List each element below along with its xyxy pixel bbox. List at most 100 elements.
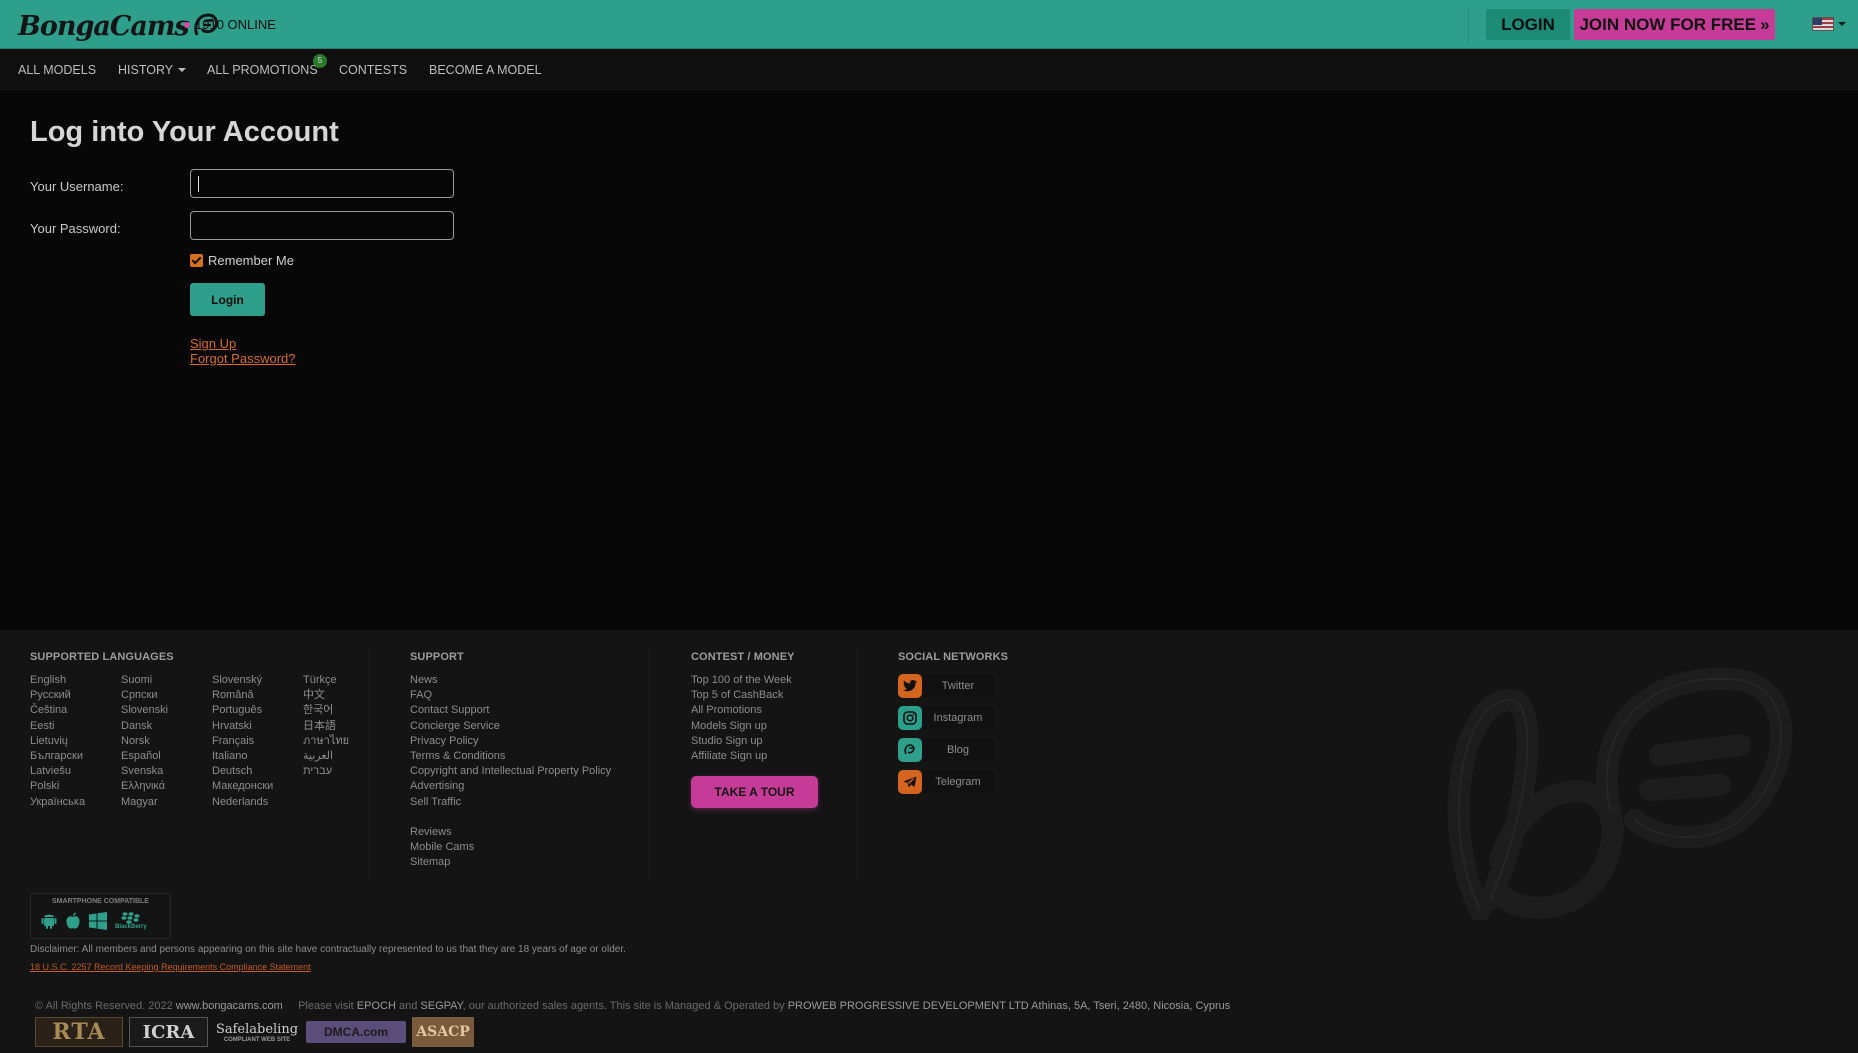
support-link-advertising[interactable]: Advertising [410, 779, 611, 794]
language-link[interactable]: Hrvatski [212, 719, 273, 734]
dmca-badge[interactable]: DMCA.com [306, 1021, 406, 1043]
header-divider [1468, 6, 1469, 44]
language-link[interactable]: Lietuvių [30, 734, 85, 749]
username-input[interactable] [190, 169, 454, 198]
contest-link-studio-signup[interactable]: Studio Sign up [691, 734, 792, 749]
language-link[interactable]: Ελληνικά [121, 779, 168, 794]
language-link[interactable]: Latviešu [30, 764, 85, 779]
language-link[interactable]: Dansk [121, 719, 168, 734]
language-link[interactable]: Српски [121, 688, 168, 703]
language-link[interactable]: Română [212, 688, 273, 703]
safelabeling-badge[interactable]: Safelabeling COMPLIANT WEB SITE [214, 1017, 300, 1047]
nav-become-model[interactable]: BECOME A MODEL [429, 63, 542, 77]
language-link[interactable]: Suomi [121, 673, 168, 688]
join-now-button[interactable]: JOIN NOW FOR FREE » [1574, 9, 1775, 40]
header-login-button[interactable]: LOGIN [1486, 9, 1570, 40]
languages-title: SUPPORTED LANGUAGES [30, 651, 174, 663]
contest-link-top100[interactable]: Top 100 of the Week [691, 673, 792, 688]
support-link-news[interactable]: News [410, 673, 611, 688]
language-link[interactable]: Čeština [30, 703, 85, 718]
language-link[interactable]: 中文 [303, 688, 349, 703]
password-label: Your Password: [30, 221, 121, 236]
epoch-link[interactable]: EPOCH [357, 1000, 396, 1012]
login-submit-button[interactable]: Login [190, 283, 265, 316]
language-link[interactable]: Português [212, 703, 273, 718]
icra-badge[interactable]: ICRA [129, 1017, 208, 1047]
contest-link-promotions[interactable]: All Promotions [691, 703, 792, 718]
languages-col-4: Türkçe 中文 한국어 日本語 ภาษาไทย العربية עברית [303, 673, 349, 779]
support-link-sitemap[interactable]: Sitemap [410, 855, 474, 870]
remember-checkbox[interactable] [190, 254, 203, 267]
social-instagram[interactable]: Instagram [898, 706, 994, 730]
asacp-badge[interactable]: ASACP [412, 1017, 474, 1047]
language-link[interactable]: 日本語 [303, 719, 349, 734]
double-chevron-right-icon: » [1760, 14, 1770, 34]
nav-contests[interactable]: CONTESTS [339, 63, 407, 77]
nav-all-models[interactable]: ALL MODELS [18, 63, 96, 77]
age-disclaimer: Disclaimer: All members and persons appe… [30, 944, 626, 955]
blackberry-label: BlackBerry [115, 924, 147, 930]
language-link[interactable]: 한국어 [303, 703, 349, 718]
language-link[interactable]: Български [30, 749, 85, 764]
social-blog[interactable]: Blog [898, 738, 994, 762]
compliance-link[interactable]: 18 U.S.C. 2257 Record Keeping Requiremen… [30, 962, 311, 972]
support-link-concierge[interactable]: Concierge Service [410, 719, 611, 734]
contest-links: Top 100 of the Week Top 5 of CashBack Al… [691, 673, 792, 764]
language-link[interactable]: Español [121, 749, 168, 764]
nav-label: HISTORY [118, 63, 174, 77]
language-link[interactable]: Українська [30, 795, 85, 810]
site-link[interactable]: www.bongacams.com [176, 1000, 283, 1012]
rta-badge[interactable]: RTA [35, 1017, 123, 1047]
language-link[interactable]: Polski [30, 779, 85, 794]
take-a-tour-button[interactable]: TAKE A TOUR [691, 776, 818, 808]
support-link-mobile-cams[interactable]: Mobile Cams [410, 840, 474, 855]
contest-link-cashback[interactable]: Top 5 of CashBack [691, 688, 792, 703]
language-link[interactable]: Magyar [121, 795, 168, 810]
password-input[interactable] [190, 211, 454, 240]
language-selector[interactable] [1812, 17, 1846, 31]
language-link[interactable]: Slovenský [212, 673, 273, 688]
support-link-terms[interactable]: Terms & Conditions [410, 749, 611, 764]
contest-link-models-signup[interactable]: Models Sign up [691, 719, 792, 734]
smartphone-icons: BlackBerry [41, 912, 147, 930]
blackberry-icon: BlackBerry [115, 912, 147, 930]
nav-all-promotions[interactable]: ALL PROMOTIONS [207, 63, 318, 77]
language-link[interactable]: Français [212, 734, 273, 749]
join-label: JOIN NOW FOR FREE [1579, 14, 1757, 34]
support-link-faq[interactable]: FAQ [410, 688, 611, 703]
language-link[interactable]: Norsk [121, 734, 168, 749]
page-title: Log into Your Account [30, 116, 339, 148]
smartphone-title: SMARTPHONE COMPATIBLE [52, 898, 149, 905]
instagram-icon [898, 706, 922, 730]
support-link-reviews[interactable]: Reviews [410, 825, 474, 840]
support-link-contact[interactable]: Contact Support [410, 703, 611, 718]
language-link[interactable]: Italiano [212, 749, 273, 764]
language-link[interactable]: Русский [30, 688, 85, 703]
chevron-down-icon [1838, 22, 1846, 26]
language-link[interactable]: العربية [303, 749, 349, 764]
language-link[interactable]: English [30, 673, 85, 688]
language-link[interactable]: Македонски [212, 779, 273, 794]
language-link[interactable]: Svenska [121, 764, 168, 779]
language-link[interactable]: Slovenski [121, 703, 168, 718]
chevron-down-icon [178, 68, 187, 72]
contest-link-affiliate-signup[interactable]: Affiliate Sign up [691, 749, 792, 764]
support-link-copyright[interactable]: Copyright and Intellectual Property Poli… [410, 764, 611, 779]
language-link[interactable]: Deutsch [212, 764, 273, 779]
nav-history[interactable]: HISTORY [118, 63, 187, 77]
safelabeling-text: Safelabeling [215, 1021, 299, 1037]
signup-link[interactable]: Sign Up [190, 336, 236, 351]
remember-me[interactable]: Remember Me [190, 253, 294, 268]
support-link-sell-traffic[interactable]: Sell Traffic [410, 795, 611, 810]
language-link[interactable]: Türkçe [303, 673, 349, 688]
support-link-privacy[interactable]: Privacy Policy [410, 734, 611, 749]
social-telegram[interactable]: Telegram [898, 770, 994, 794]
social-twitter[interactable]: Twitter [898, 674, 994, 698]
copyright-prefix: © All Rights Reserved. 2022 [35, 1000, 173, 1012]
segpay-link[interactable]: SEGPAY [420, 1000, 462, 1012]
language-link[interactable]: עברית [303, 764, 349, 779]
language-link[interactable]: ภาษาไทย [303, 734, 349, 749]
language-link[interactable]: Nederlands [212, 795, 273, 810]
forgot-password-link[interactable]: Forgot Password? [190, 351, 296, 366]
language-link[interactable]: Eesti [30, 719, 85, 734]
